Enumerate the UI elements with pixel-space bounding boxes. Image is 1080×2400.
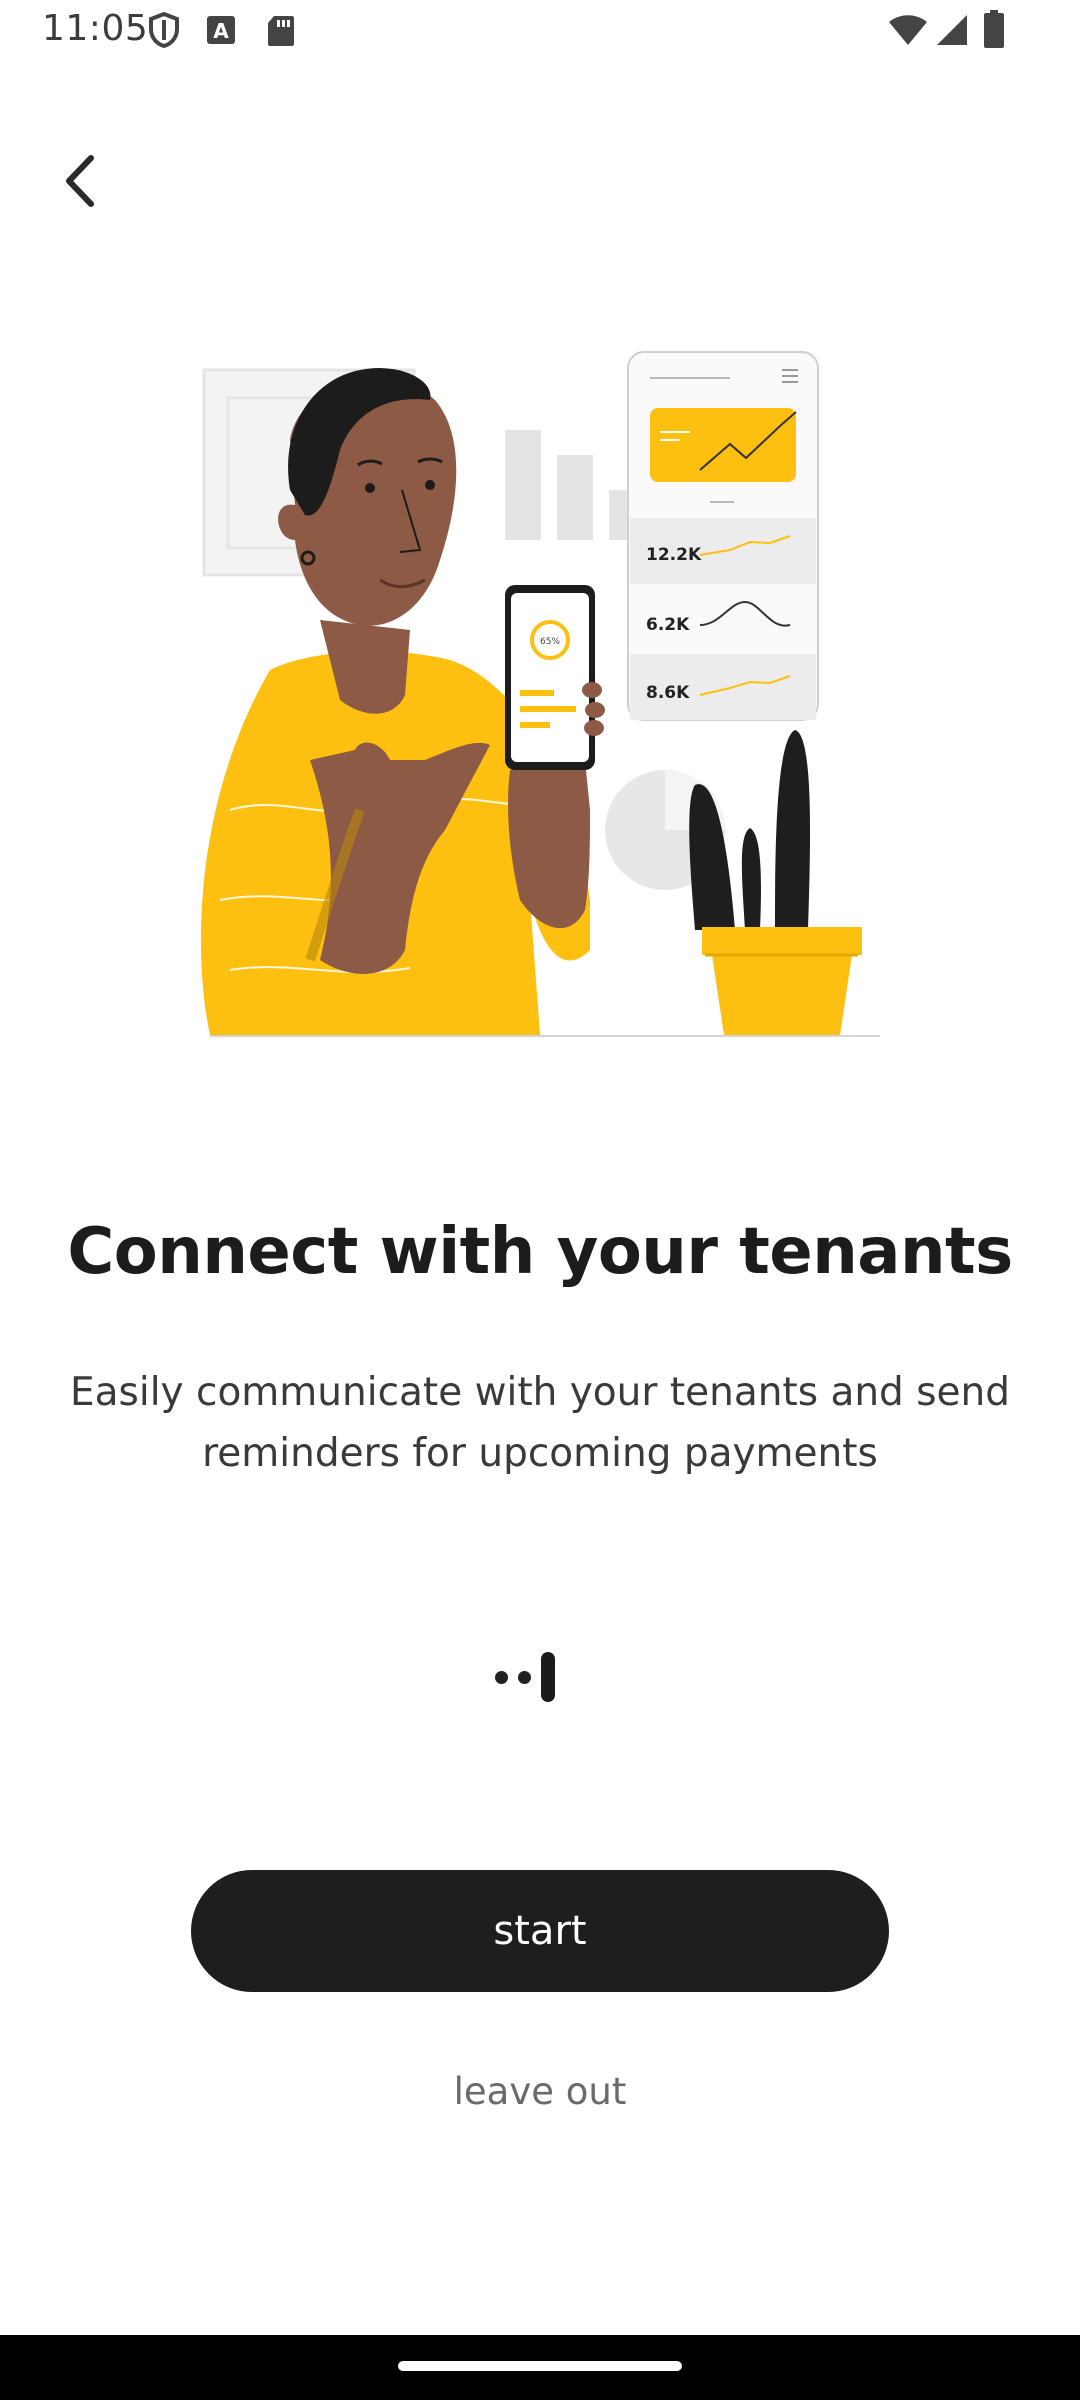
- stat-value-3: 8.6K: [646, 683, 690, 703]
- onboarding-screen: 11:05 A 12.2K 6.2K 8.6K 65% Connect with…: [0, 0, 1080, 2400]
- status-bar: 11:05 A: [0, 0, 1080, 62]
- onboarding-illustration: 12.2K 6.2K 8.6K 65%: [190, 340, 890, 1040]
- phone-percent: 65%: [540, 637, 560, 647]
- stat-value-1: 12.2K: [646, 545, 702, 565]
- signal-icon: [936, 14, 968, 50]
- font-a-icon: A: [206, 15, 236, 49]
- system-nav-bar: [0, 2335, 1080, 2400]
- page-title: Connect with your tenants: [67, 1215, 1013, 1289]
- dashboard-phone: 12.2K 6.2K 8.6K: [627, 351, 819, 721]
- status-time: 11:05: [42, 8, 149, 49]
- leave-out-link[interactable]: leave out: [0, 2070, 1080, 2113]
- back-button[interactable]: [44, 136, 116, 226]
- cactus-plant: [689, 730, 862, 1035]
- page-subtitle: Easily communicate with your tenants and…: [70, 1370, 1010, 1476]
- page-dot-1: [495, 1670, 508, 1684]
- battery-icon: [984, 10, 1004, 52]
- page-dot-active: [541, 1652, 555, 1702]
- start-button[interactable]: start: [191, 1870, 889, 1992]
- sd-card-icon: [266, 14, 296, 52]
- shield-icon: [148, 11, 180, 52]
- chevron-left-icon: [66, 155, 94, 207]
- home-gesture-handle[interactable]: [398, 2361, 682, 2371]
- stat-value-2: 6.2K: [646, 615, 690, 635]
- svg-text:A: A: [213, 19, 229, 43]
- page-dot-2: [518, 1670, 531, 1684]
- background-bar-chart: [505, 430, 645, 540]
- wifi-icon: [888, 14, 928, 50]
- page-indicator: [495, 1652, 595, 1702]
